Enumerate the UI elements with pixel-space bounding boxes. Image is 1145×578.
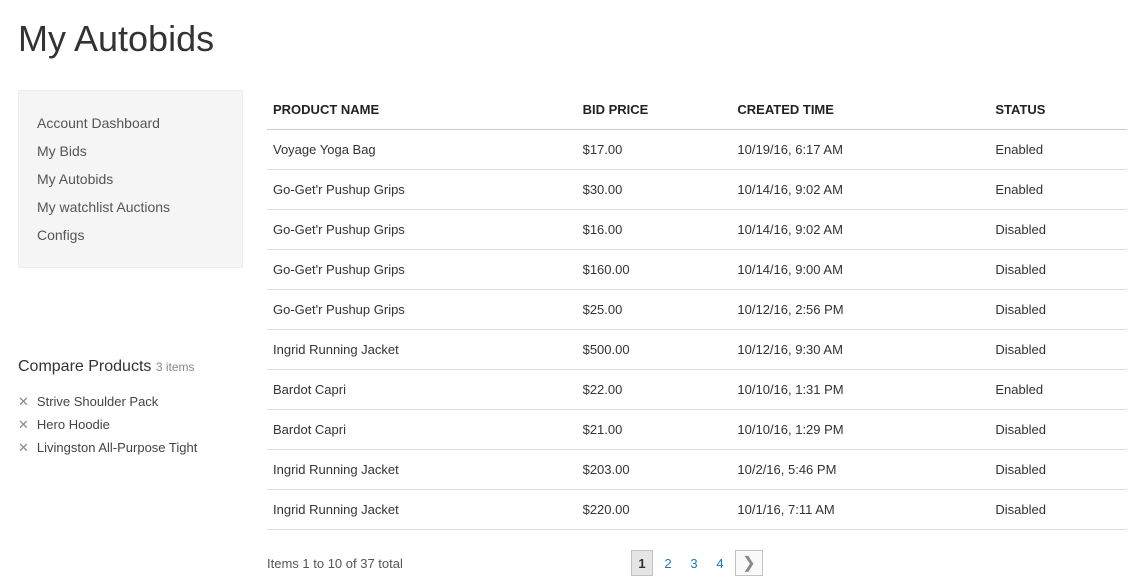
cell-name: Ingrid Running Jacket [267, 490, 577, 530]
cell-status: Disabled [989, 250, 1127, 290]
cell-time: 10/10/16, 1:31 PM [731, 370, 989, 410]
cell-price: $220.00 [577, 490, 732, 530]
cell-name: Go-Get'r Pushup Grips [267, 290, 577, 330]
remove-icon[interactable]: ✕ [18, 418, 29, 431]
table-row: Ingrid Running Jacket $500.00 10/12/16, … [267, 330, 1127, 370]
table-row: Go-Get'r Pushup Grips $160.00 10/14/16, … [267, 250, 1127, 290]
cell-time: 10/1/16, 7:11 AM [731, 490, 989, 530]
th-product-name: PRODUCT NAME [267, 90, 577, 130]
sidebar-item-watchlist-auctions[interactable]: My watchlist Auctions [19, 193, 242, 221]
sidebar-item-label: Account Dashboard [37, 115, 160, 131]
cell-status: Enabled [989, 370, 1127, 410]
layout-container: Account Dashboard My Bids My Autobids My… [0, 90, 1145, 578]
cell-time: 10/14/16, 9:02 AM [731, 210, 989, 250]
cell-name: Go-Get'r Pushup Grips [267, 250, 577, 290]
th-created-time: CREATED TIME [731, 90, 989, 130]
cell-time: 10/12/16, 9:30 AM [731, 330, 989, 370]
th-status: STATUS [989, 90, 1127, 130]
compare-item-label[interactable]: Livingston All-Purpose Tight [37, 440, 197, 455]
sidebar-item-label: Configs [37, 227, 84, 243]
account-sidebar: Account Dashboard My Bids My Autobids My… [18, 90, 243, 268]
th-bid-price: BID PRICE [577, 90, 732, 130]
cell-price: $16.00 [577, 210, 732, 250]
toolbar-count: Items 1 to 10 of 37 total [267, 556, 403, 571]
sidebar-item-label: My Autobids [37, 171, 113, 187]
cell-price: $21.00 [577, 410, 732, 450]
table-row: Voyage Yoga Bag $17.00 10/19/16, 6:17 AM… [267, 130, 1127, 170]
sidebar-item-configs[interactable]: Configs [19, 221, 242, 249]
table-row: Go-Get'r Pushup Grips $16.00 10/14/16, 9… [267, 210, 1127, 250]
page-1[interactable]: 1 [631, 550, 653, 576]
cell-status: Disabled [989, 290, 1127, 330]
compare-item: ✕ Strive Shoulder Pack [18, 390, 243, 413]
sidebar-item-label: My Bids [37, 143, 87, 159]
cell-name: Ingrid Running Jacket [267, 330, 577, 370]
cell-price: $17.00 [577, 130, 732, 170]
cell-price: $500.00 [577, 330, 732, 370]
chevron-right-icon: ❯ [742, 553, 755, 573]
sidebar-item-my-bids[interactable]: My Bids [19, 137, 242, 165]
cell-status: Disabled [989, 210, 1127, 250]
table-row: Bardot Capri $22.00 10/10/16, 1:31 PM En… [267, 370, 1127, 410]
cell-name: Ingrid Running Jacket [267, 450, 577, 490]
compare-block: Compare Products 3 items ✕ Strive Should… [18, 358, 243, 459]
table-body: Voyage Yoga Bag $17.00 10/19/16, 6:17 AM… [267, 130, 1127, 530]
toolbar: Items 1 to 10 of 37 total 1 2 3 4 ❯ [267, 548, 1127, 578]
table-row: Go-Get'r Pushup Grips $25.00 10/12/16, 2… [267, 290, 1127, 330]
cell-time: 10/10/16, 1:29 PM [731, 410, 989, 450]
cell-status: Disabled [989, 450, 1127, 490]
sidebar-item-my-autobids[interactable]: My Autobids [19, 165, 242, 193]
table-row: Ingrid Running Jacket $203.00 10/2/16, 5… [267, 450, 1127, 490]
cell-price: $22.00 [577, 370, 732, 410]
cell-time: 10/2/16, 5:46 PM [731, 450, 989, 490]
compare-item-label[interactable]: Hero Hoodie [37, 417, 110, 432]
cell-time: 10/14/16, 9:00 AM [731, 250, 989, 290]
main-content: PRODUCT NAME BID PRICE CREATED TIME STAT… [267, 90, 1127, 578]
left-column: Account Dashboard My Bids My Autobids My… [18, 90, 243, 459]
table-row: Bardot Capri $21.00 10/10/16, 1:29 PM Di… [267, 410, 1127, 450]
page-next-button[interactable]: ❯ [735, 550, 763, 576]
autobids-table: PRODUCT NAME BID PRICE CREATED TIME STAT… [267, 90, 1127, 530]
cell-status: Disabled [989, 330, 1127, 370]
page-title: My Autobids [18, 18, 1145, 60]
cell-time: 10/12/16, 2:56 PM [731, 290, 989, 330]
cell-time: 10/14/16, 9:02 AM [731, 170, 989, 210]
cell-name: Bardot Capri [267, 370, 577, 410]
table-row: Ingrid Running Jacket $220.00 10/1/16, 7… [267, 490, 1127, 530]
cell-price: $160.00 [577, 250, 732, 290]
cell-name: Go-Get'r Pushup Grips [267, 170, 577, 210]
cell-time: 10/19/16, 6:17 AM [731, 130, 989, 170]
cell-status: Disabled [989, 490, 1127, 530]
compare-title: Compare Products 3 items [18, 358, 243, 376]
sidebar-item-dashboard[interactable]: Account Dashboard [19, 109, 242, 137]
sidebar-item-label: My watchlist Auctions [37, 199, 170, 215]
page-3[interactable]: 3 [683, 550, 705, 576]
table-row: Go-Get'r Pushup Grips $30.00 10/14/16, 9… [267, 170, 1127, 210]
cell-price: $203.00 [577, 450, 732, 490]
remove-icon[interactable]: ✕ [18, 441, 29, 454]
table-header-row: PRODUCT NAME BID PRICE CREATED TIME STAT… [267, 90, 1127, 130]
cell-name: Voyage Yoga Bag [267, 130, 577, 170]
cell-status: Enabled [989, 130, 1127, 170]
compare-count: 3 items [156, 360, 195, 374]
cell-price: $25.00 [577, 290, 732, 330]
pager: 1 2 3 4 ❯ [631, 550, 763, 576]
cell-status: Disabled [989, 410, 1127, 450]
cell-name: Go-Get'r Pushup Grips [267, 210, 577, 250]
page-4[interactable]: 4 [709, 550, 731, 576]
page-2[interactable]: 2 [657, 550, 679, 576]
compare-item: ✕ Livingston All-Purpose Tight [18, 436, 243, 459]
compare-item: ✕ Hero Hoodie [18, 413, 243, 436]
cell-name: Bardot Capri [267, 410, 577, 450]
compare-title-text: Compare Products [18, 358, 151, 375]
cell-price: $30.00 [577, 170, 732, 210]
compare-item-label[interactable]: Strive Shoulder Pack [37, 394, 158, 409]
cell-status: Enabled [989, 170, 1127, 210]
remove-icon[interactable]: ✕ [18, 395, 29, 408]
